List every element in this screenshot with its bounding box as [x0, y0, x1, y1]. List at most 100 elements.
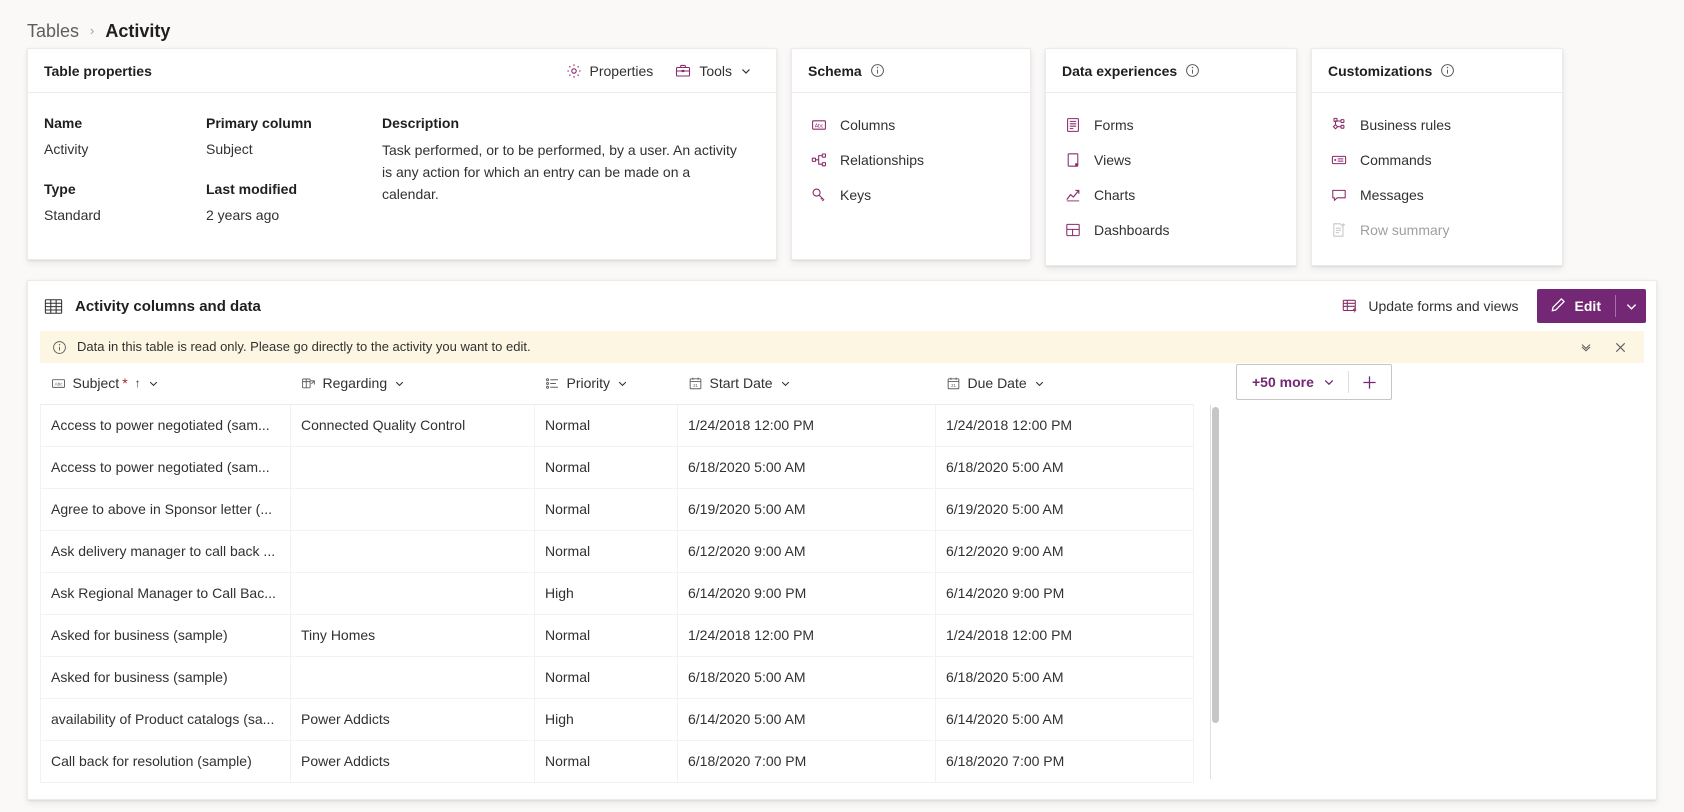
column-menu-chevron-down-icon[interactable] — [780, 378, 791, 389]
cell-subject[interactable]: Agree to above in Sponsor letter (... — [40, 488, 291, 531]
cell-subject[interactable]: Ask delivery manager to call back ... — [40, 530, 291, 573]
cell-due-date[interactable]: 6/18/2020 5:00 AM — [935, 656, 1194, 699]
customizations-item-label: Row summary — [1360, 221, 1450, 238]
cell-priority[interactable]: Normal — [534, 740, 678, 783]
cell-subject[interactable]: availability of Product catalogs (sa... — [40, 698, 291, 741]
cell-start-date[interactable]: 6/14/2020 5:00 AM — [677, 698, 936, 741]
cell-start-date[interactable]: 6/18/2020 7:00 PM — [677, 740, 936, 783]
cell-start-date[interactable]: 1/24/2018 12:00 PM — [677, 403, 936, 447]
table-row[interactable]: Ask delivery manager to call back ... Nor… — [40, 530, 1194, 573]
cell-due-date[interactable]: 6/18/2020 5:00 AM — [935, 446, 1194, 489]
cell-start-date[interactable]: 6/18/2020 5:00 AM — [677, 446, 936, 489]
description-value: Task performed, or to be performed, by a… — [382, 142, 737, 202]
cell-due-date[interactable]: 1/24/2018 12:00 PM — [935, 403, 1194, 447]
table-row[interactable]: Asked for business (sample) Tiny Homes Nor… — [40, 614, 1194, 657]
column-header-regarding[interactable]: Regarding — [290, 363, 535, 405]
cell-start-date[interactable]: 6/14/2020 9:00 PM — [677, 572, 936, 615]
data-experiences-item-dashboards[interactable]: Dashboards — [1056, 212, 1286, 247]
cell-start-date[interactable]: 1/24/2018 12:00 PM — [677, 614, 936, 657]
cell-regarding[interactable]: Power Addicts — [290, 698, 535, 741]
cell-due-date[interactable]: 6/14/2020 5:00 AM — [935, 698, 1194, 741]
grid-scrollbar-thumb[interactable] — [1212, 407, 1219, 723]
cell-start-date[interactable]: 6/19/2020 5:00 AM — [677, 488, 936, 531]
cell-due-date[interactable]: 1/24/2018 12:00 PM — [935, 614, 1194, 657]
update-forms-and-views-button[interactable]: Update forms and views — [1332, 290, 1528, 322]
cell-priority[interactable]: Normal — [534, 446, 678, 489]
cell-priority[interactable]: Normal — [534, 403, 678, 447]
data-experiences-info-icon[interactable] — [1185, 63, 1200, 78]
schema-item-columns[interactable]: Abc Columns — [802, 107, 1020, 142]
cell-subject[interactable]: Asked for business (sample) — [40, 656, 291, 699]
breadcrumb-tables-link[interactable]: Tables — [27, 20, 79, 42]
cell-priority[interactable]: High — [534, 698, 678, 741]
cell-priority[interactable]: Normal — [534, 656, 678, 699]
banner-close-icon[interactable] — [1606, 334, 1634, 360]
customizations-item-messages[interactable]: Messages — [1322, 177, 1552, 212]
cell-start-date[interactable]: 6/18/2020 5:00 AM — [677, 656, 936, 699]
cell-regarding[interactable] — [290, 446, 535, 489]
table-row[interactable]: availability of Product catalogs (sa... P… — [40, 698, 1194, 741]
table-row[interactable]: Call back for resolution (sample) Power A… — [40, 740, 1194, 783]
column-menu-chevron-down-icon[interactable] — [148, 378, 159, 389]
grid-vertical-scrollbar[interactable] — [1210, 405, 1221, 779]
cell-regarding[interactable]: Power Addicts — [290, 740, 535, 783]
properties-button[interactable]: Properties — [558, 56, 662, 86]
cell-priority[interactable]: High — [534, 572, 678, 615]
data-experiences-item-views[interactable]: Views — [1056, 142, 1286, 177]
schema-info-icon[interactable] — [870, 63, 885, 78]
cell-subject[interactable]: Call back for resolution (sample) — [40, 740, 291, 783]
cell-regarding[interactable] — [290, 572, 535, 615]
cell-priority[interactable]: Normal — [534, 614, 678, 657]
edit-button[interactable]: Edit — [1537, 289, 1615, 323]
add-column-button[interactable] — [1349, 365, 1391, 399]
more-columns-button[interactable]: +50 more — [1237, 365, 1348, 399]
customizations-item-commands[interactable]: Commands — [1322, 142, 1552, 177]
abc-icon: Abc — [810, 117, 828, 133]
cell-priority[interactable]: Normal — [534, 488, 678, 531]
data-experiences-item-forms[interactable]: Forms — [1056, 107, 1286, 142]
customizations-item-business-rules[interactable]: Business rules — [1322, 107, 1552, 142]
read-only-banner-actions — [1572, 334, 1634, 360]
table-row[interactable]: Access to power negotiated (sam... Connec… — [40, 403, 1194, 447]
table-row[interactable]: Access to power negotiated (sam... Normal… — [40, 446, 1194, 489]
cell-subject[interactable]: Asked for business (sample) — [40, 614, 291, 657]
cell-subject[interactable]: Access to power negotiated (sam... — [40, 403, 291, 447]
column-header-due-date[interactable]: 21 Due Date — [935, 363, 1194, 405]
sort-ascending-icon[interactable]: ↑ — [135, 376, 141, 390]
cell-regarding[interactable] — [290, 530, 535, 573]
column-header-subject[interactable]: Abc Subject * ↑ — [40, 363, 291, 405]
cell-due-date[interactable]: 6/19/2020 5:00 AM — [935, 488, 1194, 531]
table-row[interactable]: Asked for business (sample) Normal 6/18/20… — [40, 656, 1194, 699]
edit-split-button[interactable]: Edit — [1536, 289, 1646, 323]
cell-start-date[interactable]: 6/12/2020 9:00 AM — [677, 530, 936, 573]
cell-due-date[interactable]: 6/18/2020 7:00 PM — [935, 740, 1194, 783]
table-row[interactable]: Agree to above in Sponsor letter (... Nor… — [40, 488, 1194, 531]
cell-due-date[interactable]: 6/14/2020 9:00 PM — [935, 572, 1194, 615]
cell-subject[interactable]: Ask Regional Manager to Call Bac... — [40, 572, 291, 615]
column-header-priority[interactable]: Priority — [534, 363, 678, 405]
toolbox-icon — [675, 63, 691, 79]
cell-subject[interactable]: Access to power negotiated (sam... — [40, 446, 291, 489]
banner-expand-chevron-down-icon[interactable] — [1572, 334, 1600, 360]
cell-regarding[interactable] — [290, 656, 535, 699]
schema-item-keys[interactable]: Keys — [802, 177, 1020, 212]
tools-button[interactable]: Tools — [667, 56, 760, 86]
customizations-info-icon[interactable] — [1440, 63, 1455, 78]
cell-due-date[interactable]: 6/12/2020 9:00 AM — [935, 530, 1194, 573]
table-properties-card: Table properties Properties Tools Name A… — [27, 48, 777, 260]
data-experiences-item-charts[interactable]: Charts — [1056, 177, 1286, 212]
column-menu-chevron-down-icon[interactable] — [1034, 378, 1045, 389]
table-properties-title: Table properties — [44, 62, 152, 79]
schema-item-relationships[interactable]: Relationships — [802, 142, 1020, 177]
cell-regarding[interactable]: Tiny Homes — [290, 614, 535, 657]
column-menu-chevron-down-icon[interactable] — [394, 378, 405, 389]
cell-regarding[interactable]: Connected Quality Control — [290, 403, 535, 447]
cell-priority[interactable]: Normal — [534, 530, 678, 573]
name-label: Name — [44, 115, 83, 131]
column-menu-chevron-down-icon[interactable] — [617, 378, 628, 389]
cell-regarding[interactable] — [290, 488, 535, 531]
table-row[interactable]: Ask Regional Manager to Call Bac... High 6… — [40, 572, 1194, 615]
column-header-start-date[interactable]: 21 Start Date — [677, 363, 936, 405]
edit-dropdown-chevron-down-icon[interactable] — [1616, 289, 1646, 323]
update-forms-icon — [1342, 298, 1359, 315]
